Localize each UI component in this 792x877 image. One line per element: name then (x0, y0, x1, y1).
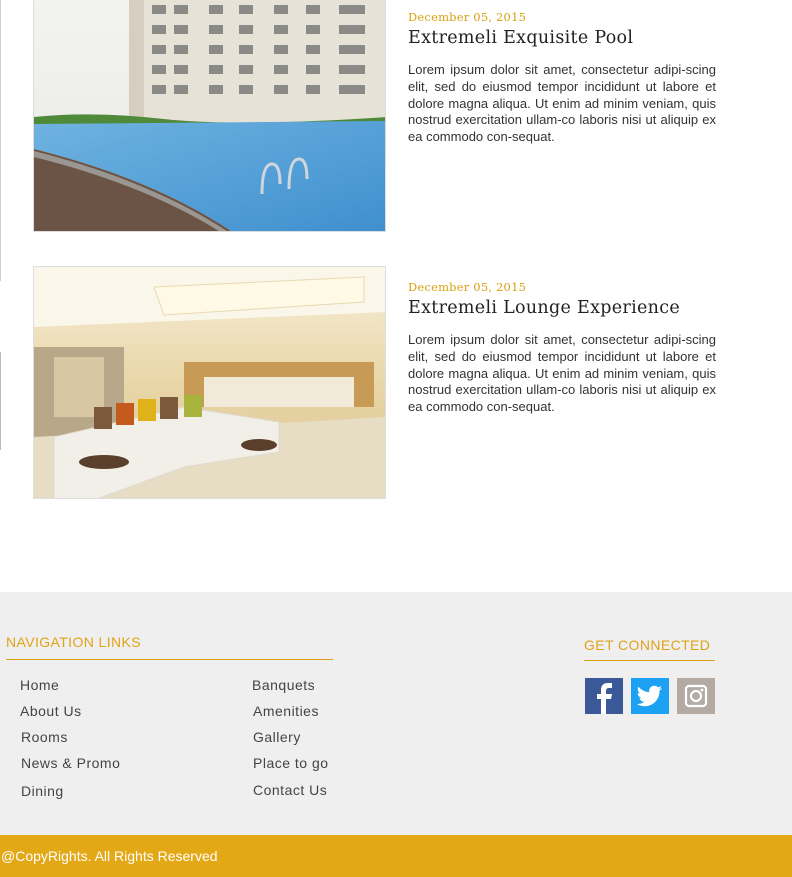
post-title[interactable]: Extremeli Lounge Experience (408, 298, 680, 318)
twitter-button[interactable] (631, 678, 669, 714)
nav-link-news-promo[interactable]: News & Promo (21, 755, 120, 771)
lounge-illustration (34, 267, 385, 498)
connect-divider (584, 660, 715, 661)
post-excerpt: Lorem ipsum dolor sit amet, consectetur … (408, 332, 716, 415)
lounge-photo[interactable] (33, 266, 386, 499)
copyright-bar: @CopyRights. All Rights Reserved (0, 835, 792, 877)
post-date: December 05, 2015 (408, 10, 527, 24)
nav-link-gallery[interactable]: Gallery (253, 729, 301, 745)
post-card-lounge: December 05, 2015 Extremeli Lounge Exper… (0, 266, 792, 506)
nav-link-dining[interactable]: Dining (21, 783, 64, 799)
post-card-pool: December 05, 2015 Extremeli Exquisite Po… (0, 0, 792, 240)
nav-link-banquets[interactable]: Banquets (252, 677, 315, 693)
pool-photo[interactable] (33, 0, 386, 232)
navigation-links-heading: NAVIGATION LINKS (6, 634, 142, 650)
nav-link-about-us[interactable]: About Us (20, 703, 82, 719)
facebook-button[interactable] (585, 678, 623, 714)
twitter-icon (636, 685, 663, 707)
nav-link-amenities[interactable]: Amenities (253, 703, 319, 719)
site-footer: NAVIGATION LINKS Home About Us Rooms New… (0, 592, 792, 835)
nav-link-home[interactable]: Home (20, 677, 59, 693)
nav-divider (6, 659, 333, 660)
get-connected-heading: GET CONNECTED (584, 637, 711, 653)
nav-link-rooms[interactable]: Rooms (21, 729, 68, 745)
facebook-icon (597, 683, 612, 714)
post-excerpt: Lorem ipsum dolor sit amet, consectetur … (408, 62, 716, 145)
post-title[interactable]: Extremeli Exquisite Pool (408, 28, 633, 48)
nav-link-place-to-go[interactable]: Place to go (253, 755, 329, 771)
copyright-text: @CopyRights. All Rights Reserved (1, 848, 218, 864)
nav-link-contact-us[interactable]: Contact Us (253, 782, 327, 798)
instagram-icon (684, 684, 708, 708)
pool-illustration (34, 0, 385, 231)
instagram-button[interactable] (677, 678, 715, 714)
post-date: December 05, 2015 (408, 280, 527, 294)
